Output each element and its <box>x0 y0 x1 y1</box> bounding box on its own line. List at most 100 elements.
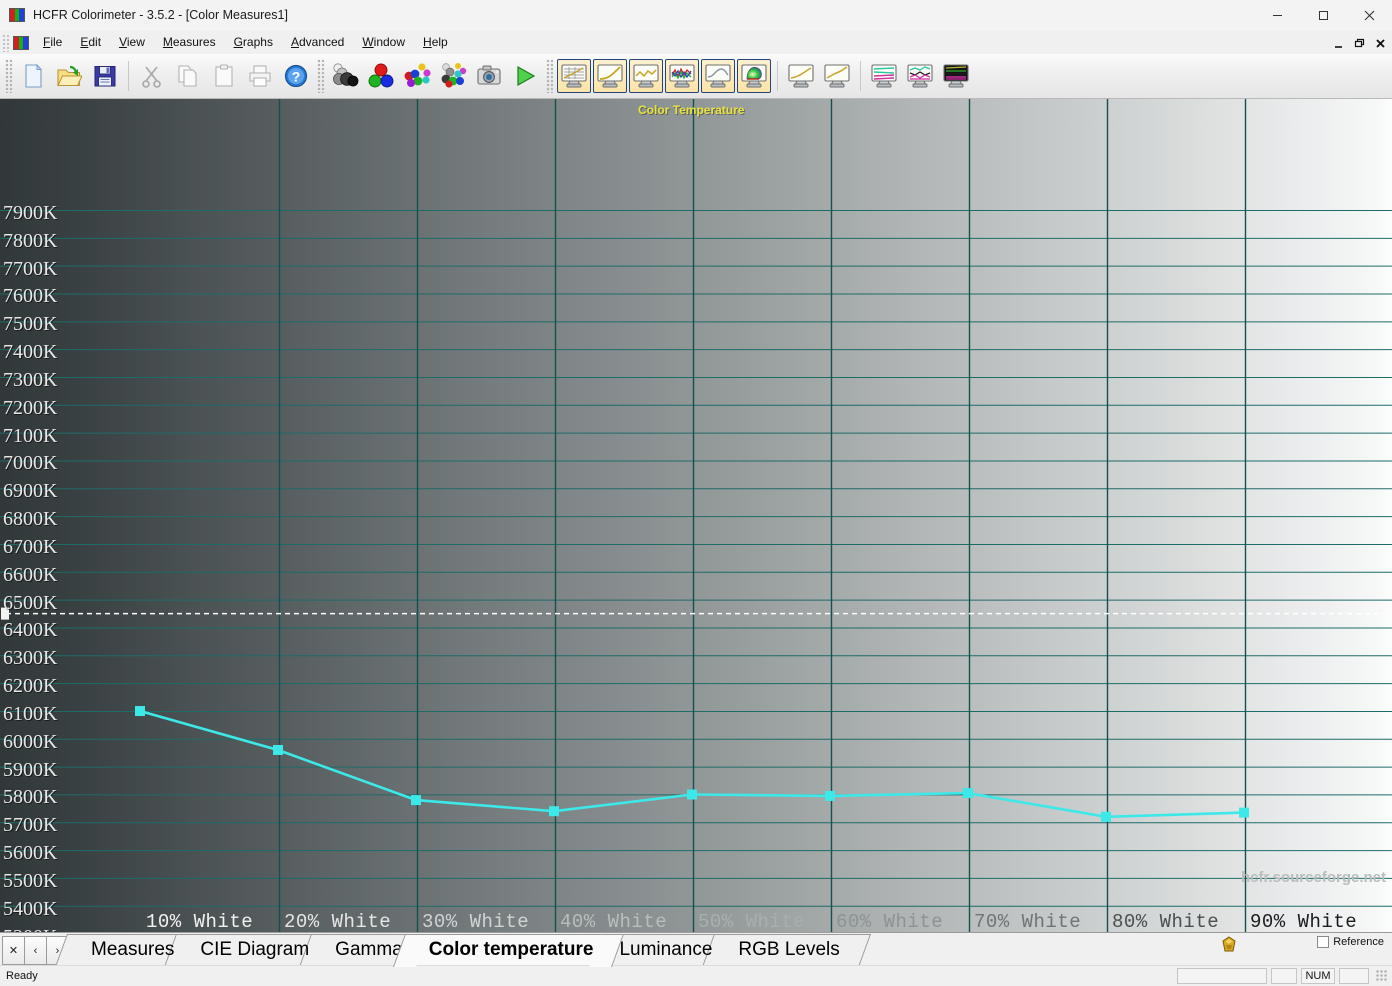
data-point-marker <box>549 806 559 817</box>
toolbar-separator-2 <box>777 61 778 91</box>
view-cie-diagram-button[interactable] <box>737 59 771 93</box>
mdi-close-button[interactable] <box>1373 33 1388 49</box>
paste-button[interactable] <box>207 59 241 93</box>
view-rgb-levels-button[interactable] <box>665 59 699 93</box>
maximize-button[interactable] <box>1300 0 1346 31</box>
status-bar: Ready NUM <box>0 965 1392 986</box>
tab-prev-button[interactable]: ‹ <box>24 936 47 965</box>
spectrum-graph-button[interactable] <box>939 59 973 93</box>
menu-edit[interactable]: Edit <box>71 32 110 53</box>
menu-window[interactable]: Window <box>353 32 414 53</box>
tab-label: RGB Levels <box>738 939 840 960</box>
continuous-measures-button[interactable] <box>508 59 542 93</box>
minimize-button[interactable] <box>1254 0 1300 31</box>
x-axis-tick-label: 80% White <box>1112 911 1220 932</box>
measure-grayscale-button[interactable] <box>328 59 362 93</box>
reference-checkbox-box[interactable] <box>1317 936 1330 948</box>
y-axis-tick-label: 6700K <box>3 535 58 558</box>
status-panes: NUM <box>1177 968 1390 984</box>
copy-button[interactable] <box>171 59 205 93</box>
tab-strip: Measures CIE Diagram Gamma Color temperatur… <box>71 932 855 965</box>
help-question-icon: ? <box>283 63 309 89</box>
y-axis-tick-label: 6100K <box>3 702 58 725</box>
monitor-rgb-levels-icon <box>667 63 697 89</box>
x-axis-tick-label: 10% White <box>146 911 254 932</box>
monitor-color-temp-icon <box>631 63 661 89</box>
resize-grip[interactable] <box>1376 970 1388 982</box>
grayscale-spheres-icon <box>330 62 360 90</box>
tab-color-temperature[interactable]: Color temperature <box>408 934 609 965</box>
close-button[interactable] <box>1346 0 1392 31</box>
monitor-curve-plain-icon <box>786 63 816 89</box>
save-button[interactable] <box>88 59 122 93</box>
gamma-graph-button[interactable] <box>820 59 854 93</box>
x-axis-tick-label: 30% White <box>422 911 530 932</box>
tab-label: Gamma <box>335 939 403 960</box>
print-button[interactable] <box>243 59 277 93</box>
toolbar-grip-1[interactable] <box>5 59 12 93</box>
single-measure-button[interactable] <box>472 59 506 93</box>
status-pane-2 <box>1271 968 1297 984</box>
mdi-restore-button[interactable] <box>1352 33 1367 49</box>
data-point-marker <box>687 789 697 800</box>
new-document-button[interactable] <box>16 59 50 93</box>
tab-close-button[interactable]: ✕ <box>2 936 25 965</box>
open-folder-button[interactable] <box>52 59 86 93</box>
copy-pages-icon <box>175 63 201 89</box>
measure-all-colors-button[interactable] <box>436 59 470 93</box>
rgb-graph-button[interactable] <box>867 59 901 93</box>
view-color-temperature-button[interactable] <box>629 59 663 93</box>
tab-rgb-levels[interactable]: RGB Levels <box>718 934 855 965</box>
menu-graphs[interactable]: Graphs <box>225 32 282 53</box>
play-continuous-icon <box>511 63 539 89</box>
tab-label: Measures <box>91 939 175 960</box>
y-axis-tick-label: 7500K <box>3 313 58 336</box>
color-temperature-chart[interactable]: 7900K 7800K 7700K 7600K 7500K 7400K 7300K 7200K… <box>0 99 1392 932</box>
view-measures-button[interactable] <box>557 59 591 93</box>
view-gamma-button[interactable] <box>593 59 627 93</box>
menu-advanced[interactable]: Advanced <box>282 32 353 53</box>
y-axis-tick-label: 6900K <box>3 480 58 503</box>
x-axis-tick-label: 20% White <box>284 911 392 932</box>
graph-panel[interactable]: 7900K 7800K 7700K 7600K 7500K 7400K 7300K 7200K… <box>0 99 1392 932</box>
status-pane-4 <box>1339 968 1369 984</box>
secondary-colors-icon <box>402 62 432 90</box>
help-button[interactable]: ? <box>279 59 313 93</box>
luminance-graph-button[interactable] <box>784 59 818 93</box>
y-axis-tick-label: 7000K <box>3 452 58 475</box>
toolbar-separator-3 <box>860 61 861 91</box>
reference-checkbox-label: Reference <box>1333 936 1384 948</box>
tab-label: CIE Diagram <box>200 939 310 960</box>
new-document-icon <box>20 63 46 89</box>
monitor-curve-rising-icon <box>822 63 852 89</box>
menu-measures[interactable]: Measures <box>154 32 225 53</box>
data-point-marker <box>135 706 145 717</box>
menu-view[interactable]: View <box>110 32 154 53</box>
view-luminance-button[interactable] <box>701 59 735 93</box>
title-bar: HCFR Colorimeter - 3.5.2 - [Color Measur… <box>0 0 1392 31</box>
window-title: HCFR Colorimeter - 3.5.2 - [Color Measur… <box>33 8 288 22</box>
chart-title: Color Temperature <box>638 103 745 117</box>
measure-primaries-button[interactable] <box>364 59 398 93</box>
series-line <box>139 709 1245 819</box>
scissors-cut-icon <box>139 63 165 89</box>
toolbar-grip-3[interactable] <box>546 59 553 93</box>
y-axis-tick-label: 6200K <box>3 675 58 698</box>
rgb-levels-graph-button[interactable] <box>903 59 937 93</box>
reference-checkbox[interactable]: Reference <box>1317 936 1384 948</box>
menu-help[interactable]: Help <box>414 32 457 53</box>
y-axis-tick-label: 5600K <box>3 842 58 865</box>
cut-button[interactable] <box>135 59 169 93</box>
paste-clipboard-icon <box>211 63 237 89</box>
mdi-minimize-button[interactable] <box>1331 33 1346 49</box>
measure-secondaries-button[interactable] <box>400 59 434 93</box>
tab-cie-diagram[interactable]: CIE Diagram <box>180 934 325 965</box>
mdi-child-icon[interactable] <box>13 35 29 50</box>
y-axis-tick-label: 5400K <box>3 897 58 920</box>
menu-file[interactable]: File <box>34 32 71 53</box>
camera-capture-icon <box>475 63 503 89</box>
tab-measures[interactable]: Measures <box>71 934 190 965</box>
toolbar-grip-2[interactable] <box>317 59 324 93</box>
menu-drag-grip[interactable] <box>2 33 11 52</box>
toolbar-separator-1 <box>128 61 129 91</box>
